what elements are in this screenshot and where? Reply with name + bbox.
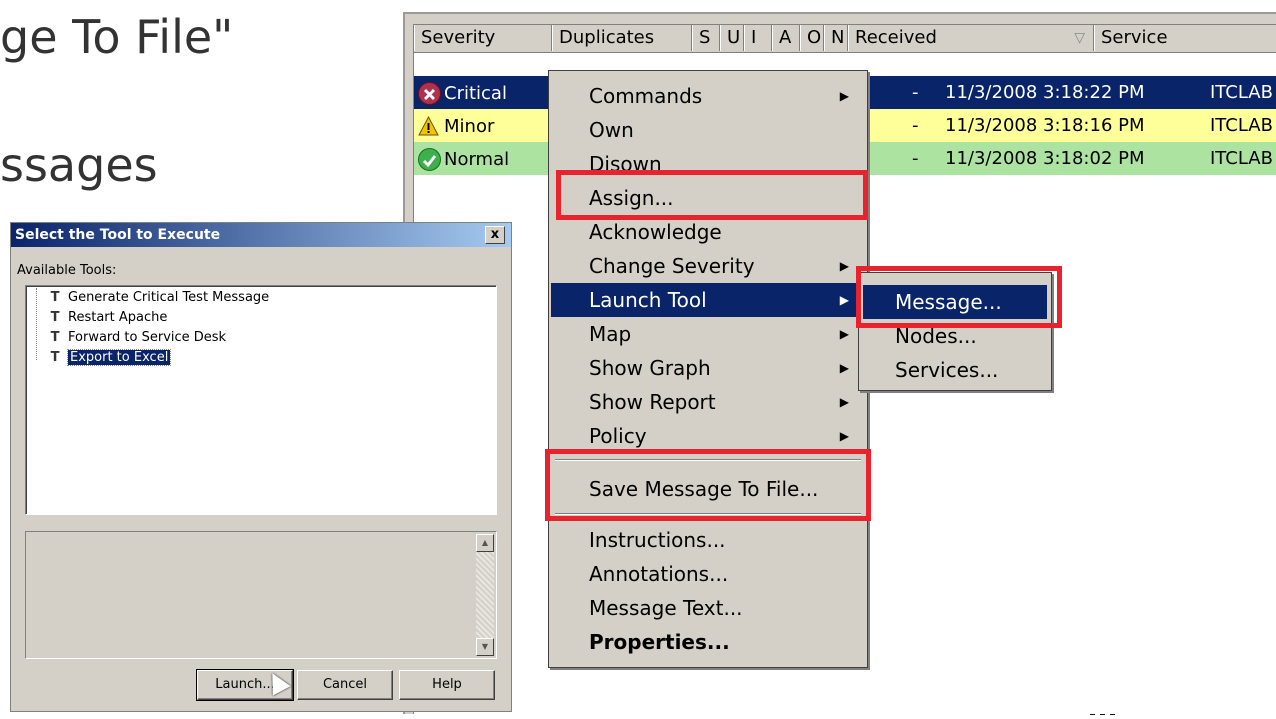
annotation-box-save-message (545, 449, 871, 521)
severity-label: Normal (444, 149, 510, 170)
menu-item-label: Annotations... (589, 562, 729, 586)
hammer-icon: T (50, 330, 60, 345)
menu-item-message-text[interactable]: Message Text... (551, 591, 865, 625)
menu-item-label: Policy (589, 424, 647, 448)
menu-item-commands[interactable]: Commands ▶ (551, 79, 865, 113)
received-time: 11/3/2008 3:18:02 PM (945, 148, 1145, 169)
close-icon[interactable]: x (485, 226, 505, 244)
slide-title-line-1: ge To File" (0, 10, 234, 64)
tool-description-box: ▲ ▼ (25, 531, 497, 659)
menu-item-label: Acknowledge (589, 220, 722, 244)
service-name: ITCLAB (1210, 115, 1273, 136)
column-header-u[interactable]: U (720, 25, 744, 51)
service-name: ITCLAB (1210, 82, 1273, 103)
menu-item-acknowledge[interactable]: Acknowledge (551, 215, 865, 249)
vertical-scrollbar[interactable]: ▲ ▼ (476, 534, 494, 656)
submenu-item-services[interactable]: Services... (863, 353, 1047, 387)
severity-label: Critical (444, 83, 507, 104)
submenu-arrow-icon: ▶ (839, 429, 849, 443)
help-button[interactable]: Help (399, 670, 495, 700)
service-name: ITCLAB (1210, 148, 1273, 169)
column-header-s[interactable]: S (692, 25, 720, 51)
dialog-title-bar: Select the Tool to Execute x (11, 223, 511, 247)
hammer-icon: T (50, 290, 60, 305)
menu-item-properties[interactable]: Properties... (551, 625, 865, 659)
column-header-received[interactable]: Received ▽ (848, 25, 1094, 51)
scroll-down-icon[interactable]: ▼ (476, 638, 494, 656)
annotation-box-assign (556, 170, 868, 220)
column-header-i[interactable]: I (744, 25, 772, 51)
menu-item-change-severity[interactable]: Change Severity ▶ (551, 249, 865, 283)
menu-item-label: Own (589, 118, 634, 142)
hammer-icon: T (50, 310, 60, 325)
check-circle-icon (418, 148, 441, 171)
menu-item-label: Properties... (589, 630, 730, 654)
menu-item-label: Launch Tool (589, 288, 707, 312)
sort-descending-icon: ▽ (1074, 30, 1085, 46)
warning-triangle-icon (418, 115, 439, 136)
column-header-severity[interactable]: Severity (414, 25, 552, 51)
menu-item-label: Show Report (589, 390, 716, 414)
tree-item[interactable]: T Forward to Service Desk (48, 328, 227, 348)
select-tool-dialog: Select the Tool to Execute x Available T… (10, 222, 512, 712)
menu-item-label: Commands (589, 84, 703, 108)
received-time: 11/3/2008 3:18:22 PM (945, 82, 1145, 103)
column-label-received: Received (855, 27, 937, 48)
menu-item-label: Map (589, 322, 632, 346)
cancel-button[interactable]: Cancel (297, 670, 393, 700)
menu-item-own[interactable]: Own (551, 113, 865, 147)
menu-item-label: Change Severity (589, 254, 755, 278)
submenu-arrow-icon: ▶ (839, 89, 849, 103)
menu-item-show-graph[interactable]: Show Graph ▶ (551, 351, 865, 385)
menu-item-instructions[interactable]: Instructions... (551, 523, 865, 557)
column-header-duplicates[interactable]: Duplicates (552, 25, 692, 51)
menu-item-map[interactable]: Map ▶ (551, 317, 865, 351)
menu-item-policy[interactable]: Policy ▶ (551, 419, 865, 453)
column-header-n[interactable]: N (824, 25, 848, 51)
submenu-arrow-icon: ▶ (839, 259, 849, 273)
severity-cell: Normal (414, 143, 549, 174)
tool-label: Generate Critical Test Message (68, 290, 270, 305)
tree-item[interactable]: T Generate Critical Test Message (48, 288, 270, 308)
menu-item-launch-tool[interactable]: Launch Tool ▶ (551, 283, 865, 317)
n-flag: - (912, 148, 919, 169)
context-menu: Commands ▶ Own Disown Assign... Acknowled… (548, 70, 868, 668)
critical-x-icon (418, 82, 441, 105)
available-tools-label: Available Tools: (17, 263, 117, 278)
dialog-title: Select the Tool to Execute (15, 227, 221, 243)
table-header: Severity Duplicates S U I A O N Received… (414, 25, 1276, 53)
submenu-arrow-icon: ▶ (839, 293, 849, 307)
tool-label: Forward to Service Desk (68, 330, 227, 345)
n-flag: - (912, 82, 919, 103)
column-header-o[interactable]: O (800, 25, 824, 51)
slide-title-line-2: ssages (0, 138, 158, 192)
column-header-a[interactable]: A (772, 25, 800, 51)
hammer-icon: T (50, 350, 60, 365)
severity-cell: Critical (414, 77, 549, 108)
menu-item-label: Message Text... (589, 596, 743, 620)
received-time: 11/3/2008 3:18:16 PM (945, 115, 1145, 136)
severity-cell: Minor (414, 110, 549, 141)
tool-label-selected: Export to Excel (66, 349, 172, 366)
tools-tree: T Generate Critical Test Message T Restart… (25, 285, 497, 515)
tree-line (36, 288, 37, 360)
severity-label: Minor (444, 116, 495, 137)
menu-item-show-report[interactable]: Show Report ▶ (551, 385, 865, 419)
scroll-up-icon[interactable]: ▲ (476, 534, 494, 552)
menu-item-label: Instructions... (589, 528, 726, 552)
tree-item[interactable]: T Restart Apache (48, 308, 168, 328)
menu-item-annotations[interactable]: Annotations... (551, 557, 865, 591)
tool-label: Restart Apache (68, 310, 168, 325)
column-header-service[interactable]: Service (1094, 25, 1276, 51)
submenu-arrow-icon: ▶ (839, 361, 849, 375)
tree-item[interactable]: T Export to Excel (48, 348, 172, 368)
submenu-arrow-icon: ▶ (839, 327, 849, 341)
annotation-box-message (856, 266, 1062, 328)
submenu-arrow-icon: ▶ (839, 395, 849, 409)
n-flag: - (912, 115, 919, 136)
menu-item-label: Show Graph (589, 356, 711, 380)
